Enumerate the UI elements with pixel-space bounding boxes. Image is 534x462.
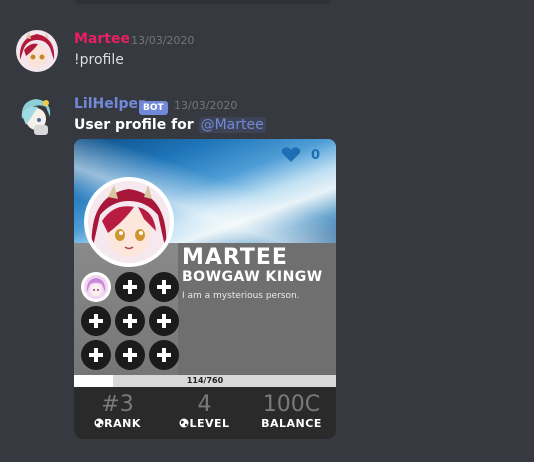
balance-label: BALANCE: [261, 417, 322, 430]
likes: 0: [281, 147, 320, 163]
likes-count: 0: [310, 147, 320, 163]
empty-badge-slot: [115, 272, 145, 302]
xp-text: 114/760: [186, 376, 224, 385]
empty-badge-slot: [115, 340, 145, 370]
globe-icon: [179, 418, 189, 428]
empty-badge-slot: [81, 306, 111, 336]
profile-avatar: [84, 177, 174, 267]
heart-icon: [281, 147, 301, 162]
stats-bar: #3 RANK 4 LEVEL 100C BALANCE: [74, 387, 336, 439]
stat-balance: 100C BALANCE: [248, 387, 335, 431]
rank-value: #3: [101, 392, 134, 417]
balance-value: 100C: [262, 392, 321, 417]
stat-rank: #3 RANK: [74, 387, 161, 431]
message-prefix: User profile for: [74, 117, 194, 133]
character-badge: [81, 272, 111, 302]
bot-badge: BOT: [139, 101, 168, 115]
avatar[interactable]: [16, 95, 58, 137]
profile-card: 0 MARTEE BOWGAW KINGW I am a mysterious …: [74, 139, 336, 439]
timestamp: 13/03/2020: [174, 99, 238, 112]
empty-badge-slot: [115, 306, 145, 336]
rank-label: RANK: [104, 417, 141, 430]
empty-badge-slot: [149, 306, 179, 336]
stat-level: 4 LEVEL: [161, 387, 248, 431]
empty-badge-slot: [149, 272, 179, 302]
globe-icon: [94, 418, 104, 428]
empty-badge-slot: [81, 340, 111, 370]
message-text: !profile: [74, 52, 124, 68]
level-label: LEVEL: [189, 417, 230, 430]
level-value: 4: [197, 392, 212, 417]
author-name[interactable]: LilHelper: [74, 96, 145, 112]
profile-bio: I am a mysterious person.: [182, 291, 300, 301]
profile-name: MARTEE: [182, 245, 288, 270]
previous-embed: [74, 0, 332, 4]
timestamp: 13/03/2020: [131, 34, 195, 47]
xp-progress-bar: 114/760: [74, 375, 336, 387]
profile-title: BOWGAW KINGW: [182, 269, 323, 285]
message-text: User profile for @Martee: [74, 117, 266, 133]
avatar[interactable]: [16, 30, 58, 72]
user-mention[interactable]: @Martee: [198, 117, 266, 133]
empty-badge-slot: [149, 340, 179, 370]
author-name[interactable]: Martee: [74, 31, 130, 47]
